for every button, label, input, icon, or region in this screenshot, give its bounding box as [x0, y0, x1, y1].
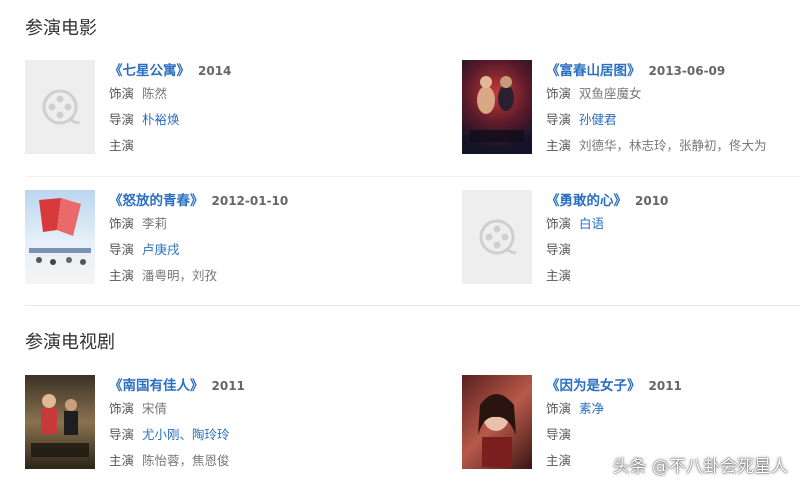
role-value: 李莉 — [142, 216, 168, 231]
poster-placeholder[interactable] — [25, 60, 95, 154]
director-label: 导演 — [109, 242, 135, 257]
cast-value: 刘德华，林志玲，张静初，佟大为 — [579, 138, 767, 153]
release-year: 2014 — [198, 64, 232, 78]
role-link[interactable]: 素净 — [579, 401, 604, 416]
movie-card: 《勇敢的心》 2010 饰演 白语 导演 主演 — [462, 190, 800, 290]
release-year: 2010 — [635, 194, 669, 208]
role-value: 双鱼座魔女 — [579, 86, 642, 101]
movie-poster[interactable] — [25, 190, 95, 284]
cast-label: 主演 — [109, 453, 135, 468]
film-reel-icon — [479, 219, 518, 255]
poster-art — [478, 394, 516, 467]
role-value: 陈然 — [142, 86, 168, 101]
poster-art — [31, 394, 89, 457]
role-label: 饰演 — [546, 86, 572, 101]
tv-title-link[interactable]: 《南国有佳人》 — [109, 378, 204, 394]
row-divider — [25, 176, 800, 177]
movie-card: 《富春山居图》 2013-06-09 饰演 双鱼座魔女 导演 孙健君 主演 刘德华，林志… — [462, 60, 800, 160]
tv-title-link[interactable]: 《因为是女子》 — [546, 378, 641, 394]
section-divider — [25, 305, 800, 306]
director-link[interactable]: 卢庚戌 — [142, 242, 180, 257]
director-label: 导演 — [546, 112, 572, 127]
tv-card: 《南国有佳人》 2011 饰演 宋倩 导演 尤小刚、陶玲玲 主演 陈怡蓉，焦恩俊 — [25, 375, 365, 475]
director-label: 导演 — [546, 242, 572, 257]
release-year: 2011 — [211, 379, 245, 393]
section-title-movies: 参演电影 — [25, 18, 97, 39]
movie-title-link[interactable]: 《勇敢的心》 — [546, 193, 627, 209]
release-date: 2013-06-09 — [648, 64, 726, 78]
cast-value: 陈怡蓉，焦恩俊 — [142, 453, 230, 468]
cast-label: 主演 — [546, 138, 572, 153]
director-label: 导演 — [109, 112, 135, 127]
role-label: 饰演 — [109, 86, 135, 101]
poster-art — [29, 198, 91, 265]
release-year: 2011 — [648, 379, 682, 393]
role-label: 饰演 — [546, 216, 572, 231]
movie-card: 《怒放的青春》 2012-01-10 饰演 李莉 导演 卢庚戌 主演 潘粤明，刘孜 — [25, 190, 365, 290]
movie-card: 《七星公寓》 2014 饰演 陈然 导演 朴裕焕 主演 — [25, 60, 365, 160]
role-label: 饰演 — [109, 216, 135, 231]
cast-label: 主演 — [109, 138, 135, 153]
role-label: 饰演 — [109, 401, 135, 416]
tv-poster[interactable] — [25, 375, 95, 469]
poster-placeholder[interactable] — [462, 190, 532, 284]
release-date: 2012-01-10 — [211, 194, 289, 208]
tv-poster[interactable] — [462, 375, 532, 469]
movie-title-link[interactable]: 《怒放的青春》 — [109, 193, 204, 209]
cast-value: 潘粤明，刘孜 — [142, 268, 218, 283]
watermark: 头条 @不八卦会死星人 — [612, 457, 788, 477]
movie-title-link[interactable]: 《富春山居图》 — [546, 63, 641, 79]
cast-label: 主演 — [546, 268, 572, 283]
movie-poster[interactable] — [462, 60, 532, 154]
director-link[interactable]: 尤小刚、陶玲玲 — [142, 427, 230, 442]
role-label: 饰演 — [546, 401, 572, 416]
poster-art — [470, 76, 524, 142]
director-label: 导演 — [109, 427, 135, 442]
role-link[interactable]: 白语 — [579, 216, 604, 231]
movie-title-link[interactable]: 《七星公寓》 — [109, 63, 190, 79]
film-reel-icon — [42, 89, 81, 125]
director-link[interactable]: 朴裕焕 — [142, 112, 180, 127]
role-value: 宋倩 — [142, 401, 168, 416]
director-link[interactable]: 孙健君 — [579, 112, 617, 127]
cast-label: 主演 — [546, 453, 572, 468]
cast-label: 主演 — [109, 268, 135, 283]
section-title-tv: 参演电视剧 — [25, 332, 115, 353]
director-label: 导演 — [546, 427, 572, 442]
